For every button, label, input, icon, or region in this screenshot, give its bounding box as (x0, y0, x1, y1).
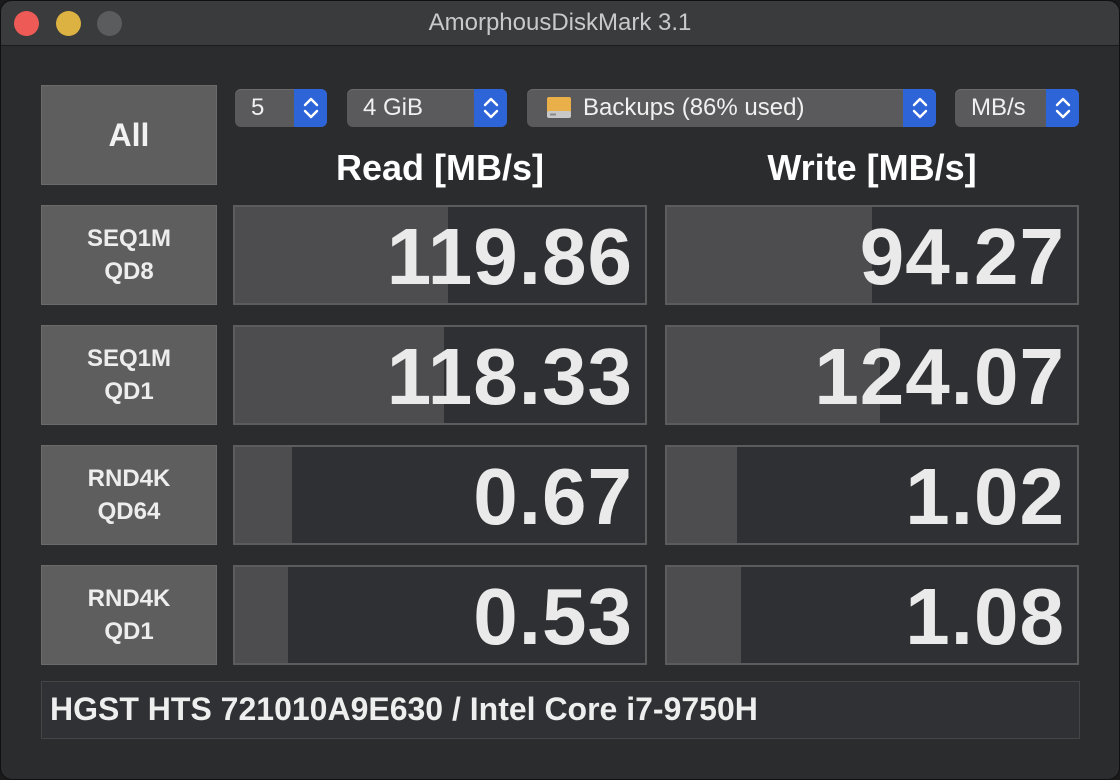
system-info-field[interactable]: HGST HTS 721010A9E630 / Intel Core i7-97… (41, 681, 1080, 739)
read-result-seq1m-qd8: 119.86 (233, 205, 647, 305)
write-column-header: Write [MB/s] (767, 147, 977, 188)
drive-value: Backups (86% used) (583, 94, 805, 121)
updown-chevron-icon (912, 97, 928, 119)
read-value: 118.33 (386, 332, 633, 421)
test-button-rnd4k-qd64[interactable]: RND4K QD64 (41, 445, 217, 545)
test-size-stepper[interactable] (474, 89, 507, 127)
unit-value: MB/s (971, 94, 1026, 121)
write-value: 1.08 (905, 572, 1065, 661)
updown-chevron-icon (1055, 97, 1071, 119)
all-button[interactable]: All (41, 85, 217, 185)
write-result-seq1m-qd1: 124.07 (665, 325, 1079, 425)
test-name-line1: SEQ1M (86, 345, 172, 372)
test-count-select[interactable]: 5 (235, 89, 327, 127)
read-value: 119.86 (386, 212, 633, 301)
write-result-rnd4k-qd64: 1.02 (665, 445, 1079, 545)
test-button-seq1m-qd1[interactable]: SEQ1M QD1 (41, 325, 217, 425)
write-value: 124.07 (814, 332, 1065, 421)
test-count-value: 5 (251, 94, 265, 121)
write-value: 1.02 (905, 452, 1065, 541)
read-value: 0.67 (473, 452, 633, 541)
write-result-rnd4k-qd1: 1.08 (665, 565, 1079, 665)
read-column-header: Read [MB/s] (335, 147, 545, 188)
test-name-line2: QD1 (104, 618, 154, 645)
read-result-rnd4k-qd64: 0.67 (233, 445, 647, 545)
read-progress-fill (235, 567, 289, 663)
system-info-text: HGST HTS 721010A9E630 / Intel Core i7-97… (50, 691, 758, 727)
write-result-seq1m-qd8: 94.27 (665, 205, 1079, 305)
test-name-line2: QD1 (104, 378, 154, 405)
test-name-line1: RND4K (87, 585, 171, 612)
test-size-value: 4 GiB (363, 94, 424, 121)
test-name-line1: RND4K (87, 465, 171, 492)
test-button-seq1m-qd8[interactable]: SEQ1M QD8 (41, 205, 217, 305)
read-progress-fill (235, 447, 293, 543)
write-progress-fill (667, 447, 737, 543)
read-value: 0.53 (473, 572, 633, 661)
unit-select[interactable]: MB/s (955, 89, 1079, 127)
title-bar: AmorphousDiskMark 3.1 (1, 1, 1119, 46)
read-result-rnd4k-qd1: 0.53 (233, 565, 647, 665)
unit-stepper[interactable] (1046, 89, 1079, 127)
read-result-seq1m-qd1: 118.33 (233, 325, 647, 425)
updown-chevron-icon (483, 97, 499, 119)
test-size-select[interactable]: 4 GiB (347, 89, 507, 127)
test-name-line2: QD64 (97, 498, 161, 525)
test-name-line1: SEQ1M (86, 225, 172, 252)
drive-select[interactable]: Backups (86% used) (527, 89, 936, 127)
window-title: AmorphousDiskMark 3.1 (428, 9, 692, 36)
drive-stepper[interactable] (903, 89, 936, 127)
write-progress-fill (667, 207, 872, 303)
test-name-line2: QD8 (104, 258, 154, 285)
test-button-rnd4k-qd1[interactable]: RND4K QD1 (41, 565, 217, 665)
app-window: AmorphousDiskMark 3.1 All 5 4 GiB Backup… (0, 0, 1120, 780)
write-progress-fill (667, 567, 741, 663)
write-value: 94.27 (859, 212, 1065, 301)
hard-drive-icon (547, 97, 571, 118)
test-count-stepper[interactable] (294, 89, 327, 127)
updown-chevron-icon (303, 97, 319, 119)
